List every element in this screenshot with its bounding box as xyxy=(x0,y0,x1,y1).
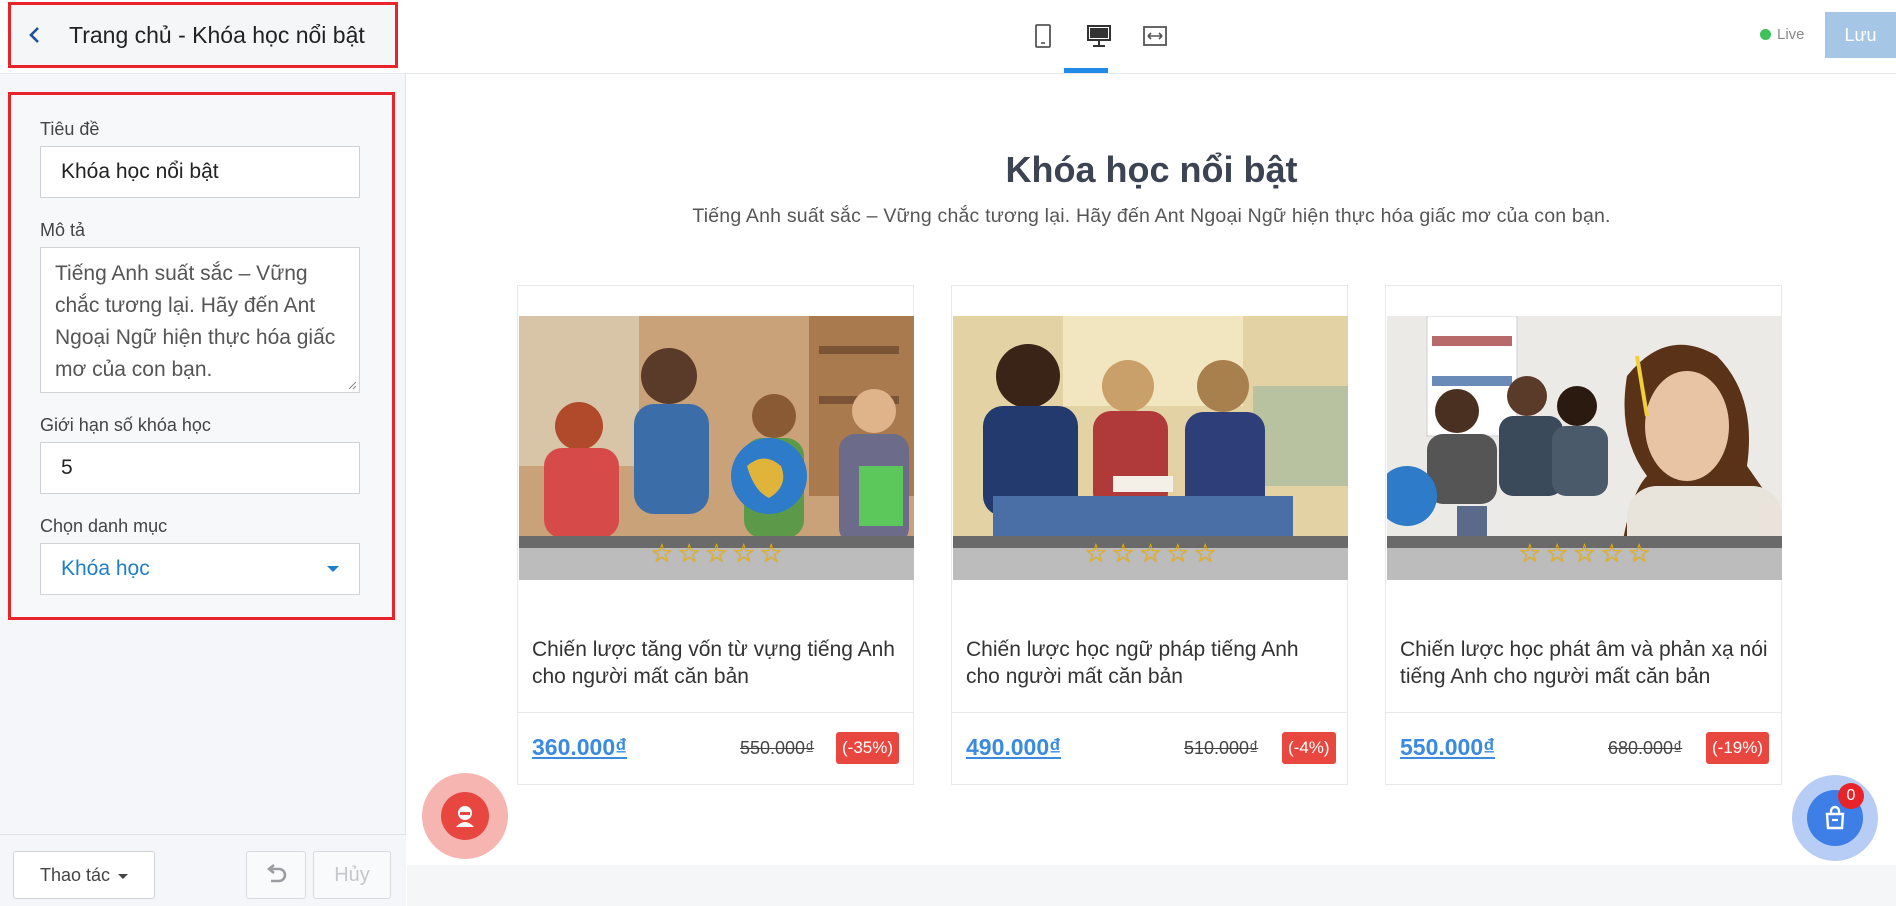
card-divider xyxy=(1386,712,1781,713)
top-bar: Trang chủ - Khóa học nổi bật Live Lưu xyxy=(0,0,1896,74)
course-old-price: 510.000₫ xyxy=(1184,738,1259,758)
course-title[interactable]: Chiến lược học ngữ pháp tiếng Anh cho ng… xyxy=(966,636,1336,690)
course-limit-label: Giới hạn số khóa học xyxy=(40,415,211,435)
actions-dropdown-button[interactable]: Thao tác xyxy=(13,851,155,899)
title-label: Tiêu đề xyxy=(40,119,100,139)
course-card[interactable]: ☆ ☆ ☆ ☆ ☆ Chiến lược học ngữ pháp tiếng Anh … xyxy=(951,285,1348,785)
section-title: Khóa học nổi bật xyxy=(1005,149,1298,190)
star-icon: ☆ xyxy=(650,538,674,568)
back-chevron-icon xyxy=(29,27,39,43)
star-icon: ☆ xyxy=(759,538,783,568)
live-status: Live xyxy=(1760,26,1805,43)
category-selected-value: Khóa học xyxy=(61,557,150,580)
settings-sidebar: Tiêu đề Khóa học nổi bật Mô tả Tiếng Anh… xyxy=(0,74,406,906)
live-dot-icon xyxy=(1760,29,1771,40)
device-switcher xyxy=(1025,18,1173,54)
shopping-bag-icon xyxy=(1825,805,1845,830)
rating-stars: ☆ ☆ ☆ ☆ ☆ xyxy=(953,540,1348,566)
star-icon: ☆ xyxy=(732,538,756,568)
save-button[interactable]: Lưu xyxy=(1825,12,1896,58)
description-textarea[interactable]: Tiếng Anh suất sắc – Vững chắc tương lại… xyxy=(40,247,360,393)
mobile-view-icon xyxy=(1035,24,1051,48)
back-button[interactable]: Trang chủ - Khóa học nổi bật xyxy=(8,2,398,68)
description-label: Mô tả xyxy=(40,220,86,240)
star-icon: ☆ xyxy=(1518,538,1542,568)
star-icon: ☆ xyxy=(1111,538,1135,568)
course-price: 550.000₫ xyxy=(1400,734,1495,760)
description-text: Tiếng Anh suất sắc – Vững chắc tương lại… xyxy=(55,262,336,381)
star-icon: ☆ xyxy=(1193,538,1217,568)
star-icon: ☆ xyxy=(704,538,729,568)
card-divider xyxy=(518,712,913,713)
course-image: ☆ ☆ ☆ ☆ ☆ xyxy=(1387,316,1782,580)
course-card[interactable]: ☆ ☆ ☆ ☆ ☆ Chiến lược học phát âm và phản xạ … xyxy=(1385,285,1782,785)
category-label: Chọn danh mục xyxy=(40,516,168,536)
course-old-price: 550.000₫ xyxy=(740,738,815,758)
course-price: 490.000₫ xyxy=(966,734,1061,760)
mobile-view-button[interactable] xyxy=(1025,18,1061,54)
preview-bottom-strip xyxy=(407,865,1896,906)
live-label: Live xyxy=(1777,26,1805,43)
device-active-indicator xyxy=(1064,68,1108,73)
page-title: Trang chủ - Khóa học nổi bật xyxy=(69,21,365,48)
cancel-button[interactable]: Hủy xyxy=(313,851,391,899)
course-limit-input[interactable]: 5 xyxy=(40,442,360,494)
discount-badge: (-4%) xyxy=(1282,732,1336,764)
section-description: Tiếng Anh suất sắc – Vững chắc tương lại… xyxy=(692,205,1611,227)
discount-badge: (-35%) xyxy=(836,732,900,764)
star-icon: ☆ xyxy=(1627,538,1651,568)
star-icon: ☆ xyxy=(677,538,701,568)
preview-canvas: Khóa học nổi bật Tiếng Anh suất sắc – Vữ… xyxy=(407,75,1896,865)
sidebar-footer: Thao tác Hủy xyxy=(0,834,406,906)
course-image: ☆ ☆ ☆ ☆ ☆ xyxy=(519,316,914,580)
chevron-down-icon xyxy=(118,874,129,879)
fullwidth-view-button[interactable] xyxy=(1137,18,1173,54)
rating-stars: ☆ ☆ ☆ ☆ ☆ xyxy=(519,540,914,566)
support-chat-button[interactable] xyxy=(422,773,508,859)
star-icon: ☆ xyxy=(1138,538,1163,568)
course-old-price: 680.000₫ xyxy=(1608,738,1683,758)
title-input[interactable]: Khóa học nổi bật xyxy=(40,146,360,198)
actions-label: Thao tác xyxy=(39,864,111,885)
star-icon: ☆ xyxy=(1545,538,1569,568)
desktop-view-button[interactable] xyxy=(1081,18,1117,54)
card-divider xyxy=(952,712,1347,713)
undo-button[interactable] xyxy=(246,851,306,899)
cart-button[interactable] xyxy=(1792,775,1878,861)
star-icon: ☆ xyxy=(1166,538,1190,568)
star-icon: ☆ xyxy=(1084,538,1108,568)
rating-stars: ☆ ☆ ☆ ☆ ☆ xyxy=(1387,540,1782,566)
chevron-down-icon xyxy=(327,566,339,572)
support-button-inner xyxy=(441,792,489,840)
settings-panel: Tiêu đề Khóa học nổi bật Mô tả Tiếng Anh… xyxy=(8,92,395,620)
course-price: 360.000₫ xyxy=(532,734,627,760)
star-icon: ☆ xyxy=(1600,538,1624,568)
cart-count-badge: 0 xyxy=(1838,783,1864,809)
category-select[interactable]: Khóa học xyxy=(40,543,360,595)
course-title[interactable]: Chiến lược tăng vốn từ vựng tiếng Anh ch… xyxy=(532,636,902,690)
course-image: ☆ ☆ ☆ ☆ ☆ xyxy=(953,316,1348,580)
fullwidth-view-icon xyxy=(1143,26,1167,46)
resize-grip-icon[interactable] xyxy=(347,380,357,390)
desktop-view-icon xyxy=(1087,25,1111,47)
course-card[interactable]: ☆ ☆ ☆ ☆ ☆ Chiến lược tăng vốn từ vựng tiếng … xyxy=(517,285,914,785)
support-agent-icon xyxy=(456,806,474,827)
course-title[interactable]: Chiến lược học phát âm và phản xạ nói ti… xyxy=(1400,636,1770,690)
undo-icon xyxy=(266,863,287,883)
discount-badge: (-19%) xyxy=(1706,732,1770,764)
star-icon: ☆ xyxy=(1572,538,1597,568)
